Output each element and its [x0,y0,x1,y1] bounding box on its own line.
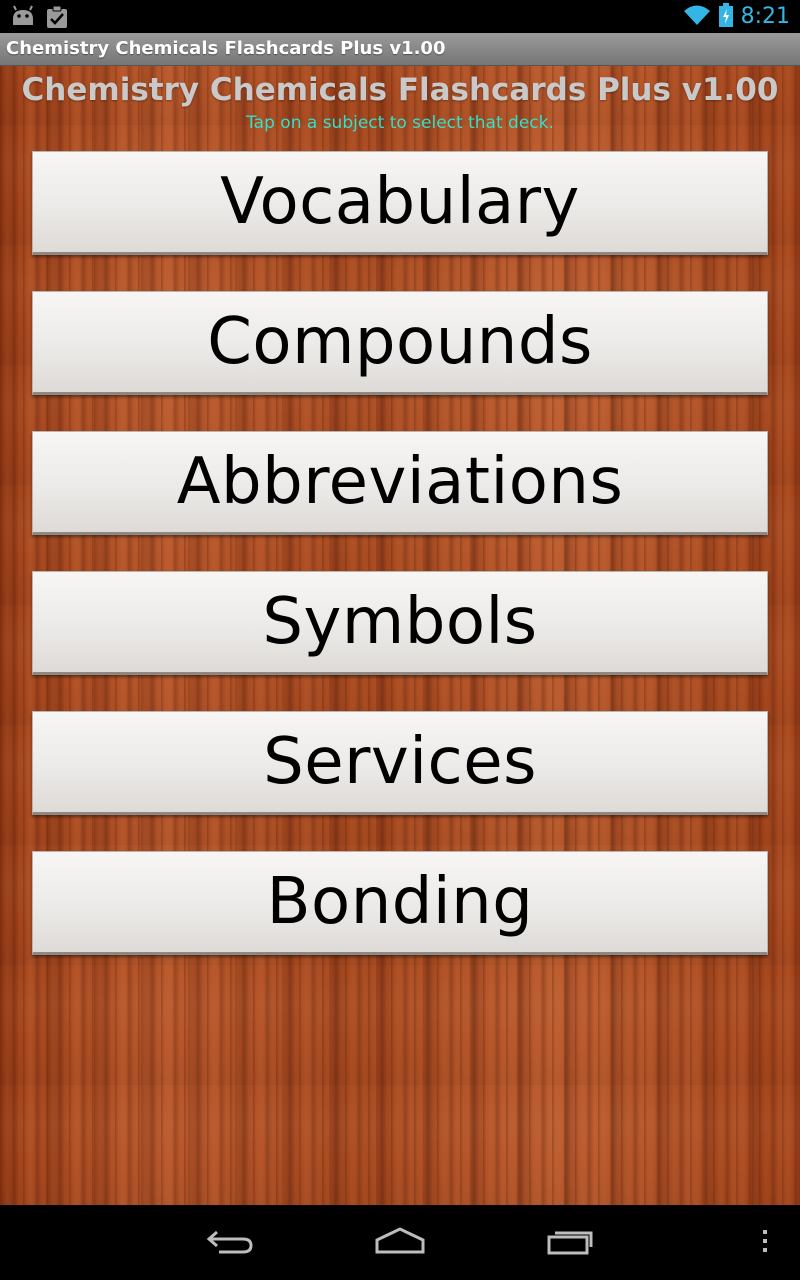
deck-label: Compounds [207,305,593,379]
page-title: Chemistry Chemicals Flashcards Plus v1.0… [21,72,779,108]
system-status: 8:21 [683,0,790,33]
wifi-icon [683,4,711,30]
instruction-text: Tap on a subject to select that deck. [246,113,554,133]
deck-label: Abbreviations [176,445,624,519]
app-title-bar: Chemistry Chemicals Flashcards Plus v1.0… [0,33,800,66]
battery-charging-icon [718,2,733,31]
clipboard-check-icon [46,5,68,33]
deck-label: Vocabulary [220,165,580,239]
deck-button-abbreviations[interactable]: Abbreviations [32,431,768,535]
deck-list: Vocabulary Compounds Abbreviations Symbo… [32,151,768,991]
status-bar: 8:21 [0,0,800,33]
deck-button-vocabulary[interactable]: Vocabulary [32,151,768,255]
overflow-menu-button[interactable] [750,1223,780,1263]
back-icon [205,1226,255,1260]
back-button[interactable] [200,1223,260,1263]
deck-label: Bonding [266,865,534,939]
deck-button-services[interactable]: Services [32,711,768,815]
window-title: Chemistry Chemicals Flashcards Plus v1.0… [6,38,446,59]
overflow-menu-icon [761,1227,769,1259]
deck-label: Services [263,725,537,799]
status-time: 8:21 [740,4,790,29]
main-content: Chemistry Chemicals Flashcards Plus v1.0… [0,66,800,1205]
screen: 8:21 Chemistry Chemicals Flashcards Plus… [0,0,800,1280]
navigation-bar [0,1205,800,1280]
recent-apps-button[interactable] [540,1223,600,1263]
deck-label: Symbols [262,585,538,659]
notification-icons [10,5,68,33]
home-icon [374,1226,426,1260]
deck-button-bonding[interactable]: Bonding [32,851,768,955]
deck-button-compounds[interactable]: Compounds [32,291,768,395]
android-icon [10,5,36,33]
deck-button-symbols[interactable]: Symbols [32,571,768,675]
recent-apps-icon [546,1226,594,1260]
home-button[interactable] [370,1223,430,1263]
